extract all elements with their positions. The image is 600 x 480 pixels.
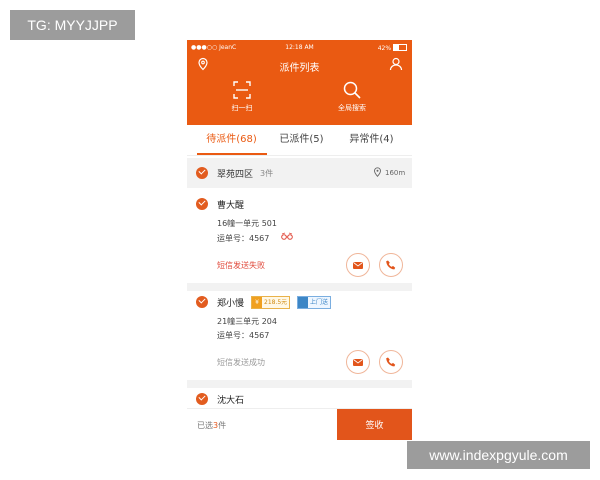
pin-icon <box>374 167 381 177</box>
mail-icon <box>353 262 363 269</box>
selected-prefix: 已选 <box>197 421 213 430</box>
price-badge: ¥218.5元 <box>251 296 291 309</box>
call-button[interactable] <box>379 253 403 277</box>
battery-icon <box>393 44 407 51</box>
section-divider <box>187 380 412 388</box>
item-waybill: 运单号：4567 <box>217 234 270 243</box>
person-icon <box>298 297 308 308</box>
scan-icon <box>233 81 251 99</box>
tab-pending[interactable]: 待派件(68) <box>194 125 269 155</box>
sms-button[interactable] <box>346 350 370 374</box>
item-check-icon[interactable] <box>196 296 208 308</box>
user-icon[interactable] <box>389 57 403 71</box>
header: ●●●○○ JeanC 12:18 AM 42% 派件列表 扫一扫 全局搜索 <box>187 40 412 125</box>
group-row[interactable]: 翠苑四区 3件 160m <box>187 158 412 188</box>
item-address: 16幢一单元 501 <box>217 219 277 228</box>
watermark-top-left: TG: MYYJJPP <box>10 10 135 40</box>
money-icon: ¥ <box>252 297 262 308</box>
search-icon <box>343 81 361 99</box>
item-check-icon[interactable] <box>196 393 208 405</box>
section-divider <box>187 283 412 291</box>
tab-exception[interactable]: 异常件(4) <box>334 125 409 155</box>
phone-icon <box>386 260 396 270</box>
door-badge: 上门送 <box>297 296 332 309</box>
battery-percent: 42% <box>377 45 392 52</box>
watermark-bottom-right: www.indexpgyule.com <box>407 441 590 469</box>
tab-bar: 待派件(68) 已派件(5) 异常件(4) <box>187 125 412 156</box>
item-sms-status: 短信发送失败 <box>217 261 265 270</box>
item-name: 曹大醒 <box>217 201 245 211</box>
sign-button[interactable]: 签收 <box>337 409 412 440</box>
status-bar: ●●●○○ JeanC 12:18 AM 42% <box>187 40 412 55</box>
footer-bar: 已选3件 签收 <box>187 408 412 440</box>
group-name: 翠苑四区 <box>217 170 254 180</box>
status-battery: 42% <box>378 44 407 52</box>
page-title: 派件列表 <box>279 63 320 74</box>
group-count: 3件 <box>260 169 274 178</box>
call-button[interactable] <box>379 350 403 374</box>
item-address: 21幢三单元 204 <box>217 317 277 326</box>
glasses-icon <box>281 232 293 240</box>
door-badge-text: 上门送 <box>310 299 329 306</box>
item-sms-status: 短信发送成功 <box>217 358 265 367</box>
selected-summary: 已选3件 <box>197 420 226 431</box>
price-badge-text: 218.5元 <box>264 299 288 306</box>
tab-delivered[interactable]: 已派件(5) <box>264 125 339 155</box>
item-name: 郑小慢 <box>217 299 245 309</box>
phone-icon <box>386 357 396 367</box>
selected-suffix: 件 <box>218 421 227 430</box>
search-label: 全局搜索 <box>338 104 366 112</box>
group-check-icon[interactable] <box>196 167 208 179</box>
global-search-button[interactable]: 全局搜索 <box>317 80 387 113</box>
item-waybill: 运单号：4567 <box>217 331 270 340</box>
group-distance: 160m <box>385 169 406 177</box>
mail-icon <box>353 359 363 366</box>
item-name: 沈大石 <box>217 396 245 406</box>
tab-active-indicator <box>197 153 267 155</box>
phone-screen: ●●●○○ JeanC 12:18 AM 42% 派件列表 扫一扫 全局搜索 待… <box>187 40 412 440</box>
scan-label: 扫一扫 <box>231 104 253 112</box>
sms-button[interactable] <box>346 253 370 277</box>
scan-button[interactable]: 扫一扫 <box>207 80 277 113</box>
item-check-icon[interactable] <box>196 198 208 210</box>
